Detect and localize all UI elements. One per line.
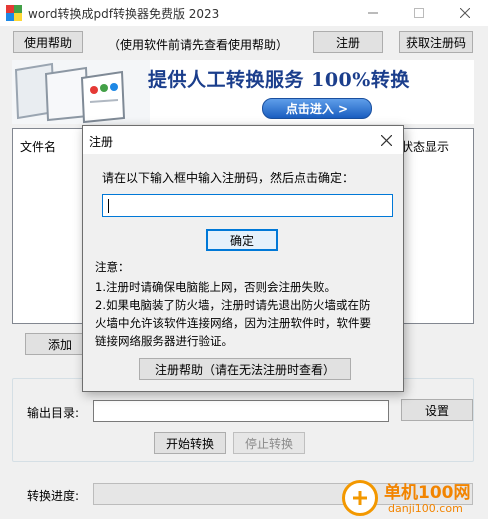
minimize-button[interactable] [350, 0, 396, 26]
minimize-icon [368, 12, 378, 14]
register-help-button[interactable]: 注册帮助（请在无法注册时查看） [139, 358, 351, 380]
output-dir-input[interactable] [93, 400, 389, 422]
maximize-icon [414, 8, 424, 18]
column-status: 状态显示 [401, 140, 450, 154]
note-line: 火墙中允许该软件连接网络，因为注册软件时，软件要 [95, 316, 371, 330]
start-convert-button[interactable]: 开始转换 [154, 432, 226, 454]
close-icon [380, 134, 392, 146]
watermark-domain: danji100.com [388, 502, 463, 515]
watermark-logo-icon [342, 480, 378, 516]
get-code-button[interactable]: 获取注册码 [399, 31, 473, 53]
settings-button[interactable]: 设置 [401, 399, 473, 421]
note-line: 1.注册时请确保电脑能上网，否则会注册失败。 [95, 280, 336, 294]
help-hint: （使用软件前请先查看使用帮助） [108, 38, 289, 52]
ok-button[interactable]: 确定 [206, 229, 278, 251]
close-icon [460, 8, 470, 18]
banner-enter-button[interactable]: 点击进入 > [262, 98, 372, 119]
register-dialog: 注册 请在以下输入框中输入注册码，然后点击确定： 确定 注意： 1.注册时请确保… [82, 125, 404, 392]
dialog-prompt: 请在以下输入框中输入注册码，然后点击确定： [102, 171, 355, 185]
help-button[interactable]: 使用帮助 [13, 31, 83, 53]
register-code-input[interactable] [102, 194, 393, 217]
column-filename: 文件名 [20, 140, 57, 154]
note-line: 链接网络服务器进行验证。 [95, 334, 233, 348]
stop-convert-button[interactable]: 停止转换 [233, 432, 305, 454]
title-bar: word转换成pdf转换器免费版 2023 [0, 0, 488, 26]
dialog-title: 注册 [89, 135, 114, 149]
note-title: 注意： [95, 260, 130, 274]
dialog-title-bar: 注册 [83, 126, 403, 154]
close-button[interactable] [442, 0, 488, 26]
app-icon [6, 5, 22, 21]
note-line: 2.如果电脑装了防火墙，注册时请先退出防火墙或在防 [95, 298, 371, 312]
progress-label: 转换进度: [27, 489, 80, 503]
register-button[interactable]: 注册 [313, 31, 383, 53]
banner-headline: 提供人工转换服务 100%转换 [148, 69, 410, 91]
text-caret [108, 199, 109, 213]
window-title: word转换成pdf转换器免费版 2023 [28, 7, 220, 21]
site-watermark: 单机100网 danji100.com [340, 478, 488, 519]
dialog-close-button[interactable] [375, 129, 397, 151]
output-dir-label: 输出目录: [27, 406, 80, 420]
whiteboard-illustration [12, 60, 150, 124]
maximize-button[interactable] [396, 0, 442, 26]
promo-banner[interactable]: 提供人工转换服务 100%转换 点击进入 > [12, 60, 474, 124]
watermark-name: 单机100网 [384, 483, 471, 503]
